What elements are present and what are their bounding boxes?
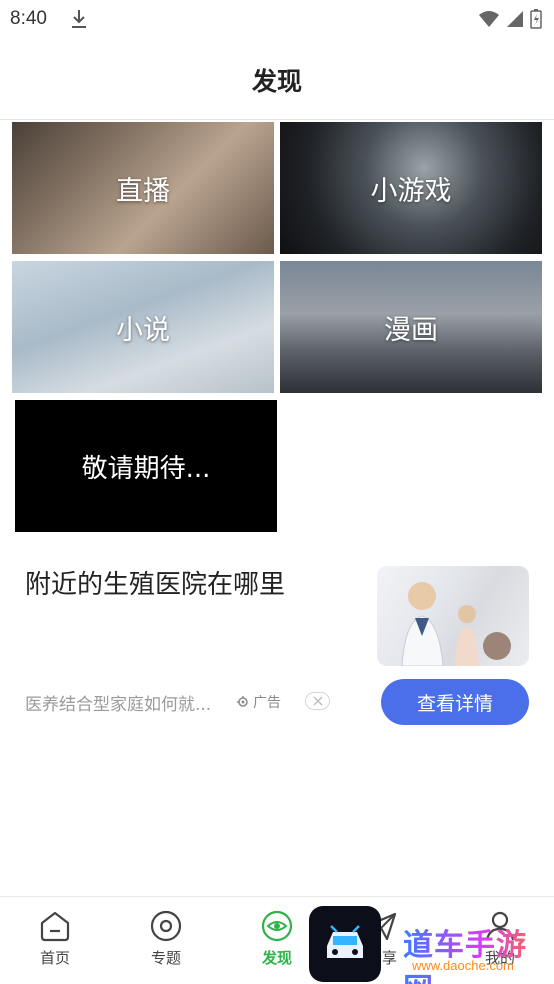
status-icons xyxy=(478,9,542,29)
ad-tag-label: 广告 xyxy=(253,695,281,711)
title-bar: 发现 xyxy=(0,40,554,120)
download-icon xyxy=(72,10,86,28)
nav-label: 专题 xyxy=(150,949,181,967)
nav-label: 首页 xyxy=(39,949,70,967)
ad-description: 医养结合型家庭如何就... xyxy=(25,695,212,715)
discover-eye-icon xyxy=(261,910,293,942)
watermark-url: www.daoche.com xyxy=(412,958,514,973)
wifi-icon xyxy=(479,11,499,27)
watermark-text: 道车手游网 xyxy=(403,920,554,984)
battery-icon xyxy=(530,9,542,29)
tile-comic[interactable]: 漫画 xyxy=(280,261,542,393)
ad-tag: 广告 xyxy=(236,692,281,712)
tile-mini-game[interactable]: 小游戏 xyxy=(280,122,542,254)
ad-image[interactable] xyxy=(377,566,529,666)
ad-tag-icon xyxy=(237,696,248,707)
ad-details-button[interactable]: 查看详情 xyxy=(381,679,529,725)
topic-icon xyxy=(150,910,182,942)
tile-label: 敬请期待... xyxy=(81,453,211,484)
tile-label: 漫画 xyxy=(384,314,438,346)
close-icon xyxy=(313,696,322,706)
ad-illustration xyxy=(401,582,511,666)
nav-label: 发现 xyxy=(261,949,292,967)
tile-live[interactable]: 直播 xyxy=(12,122,274,254)
status-bar: 8:40 xyxy=(0,0,554,40)
tile-label: 小游戏 xyxy=(370,175,452,207)
ad-close-button[interactable] xyxy=(305,692,330,710)
status-time: 8:40 xyxy=(10,8,47,29)
car-icon xyxy=(327,925,363,958)
page-title: 发现 xyxy=(251,67,302,96)
tile-label: 小说 xyxy=(116,314,170,346)
nav-discover[interactable]: 发现 xyxy=(237,909,317,968)
tile-coming-soon[interactable]: 敬请期待... xyxy=(15,400,277,532)
nav-home[interactable]: 首页 xyxy=(15,909,95,968)
nav-topic[interactable]: 专题 xyxy=(126,909,206,968)
watermark-logo xyxy=(309,906,381,982)
ad-title[interactable]: 附近的生殖医院在哪里 xyxy=(25,564,285,601)
home-icon xyxy=(40,911,70,942)
signal-icon xyxy=(507,11,523,27)
tile-novel[interactable]: 小说 xyxy=(12,261,274,393)
tile-label: 直播 xyxy=(116,175,170,207)
